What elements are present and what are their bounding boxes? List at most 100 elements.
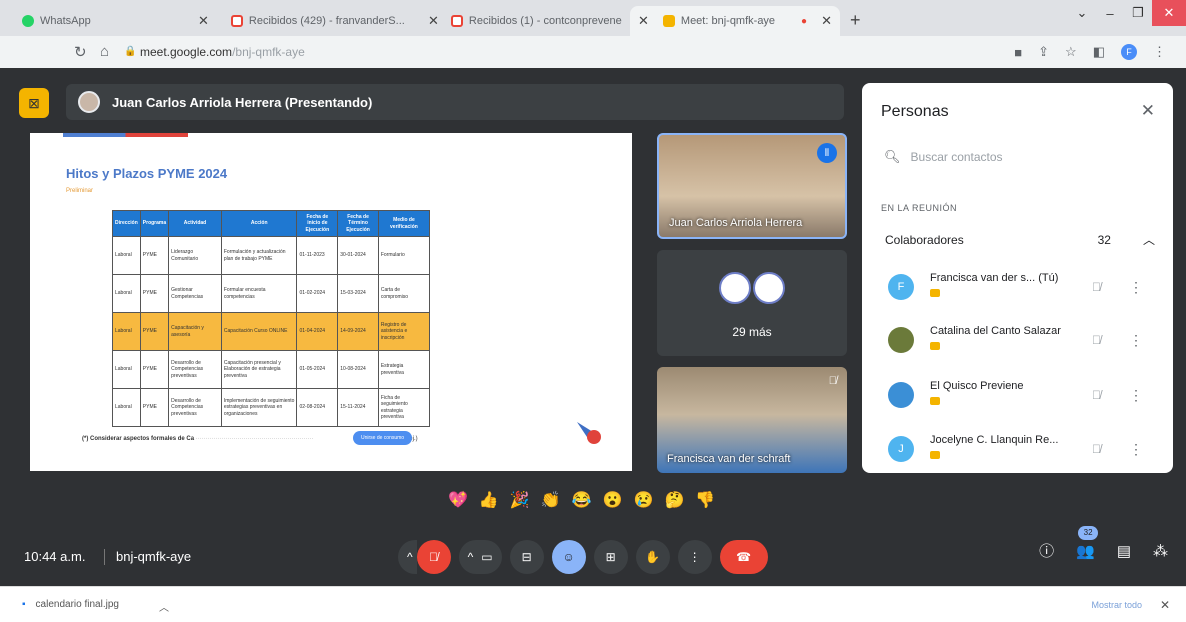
mic-off-icon[interactable]: 🎙̸ — [1092, 442, 1101, 456]
collaborators-group-toggle[interactable]: Colaboradores 32 ︿ — [885, 231, 1155, 248]
role-badge-icon — [930, 451, 940, 459]
table-cell: Registro de asistencia e inscripción — [377, 312, 431, 351]
participant-tile-presenter[interactable]: ⦀ Juan Carlos Arriola Herrera — [657, 133, 847, 239]
close-icon[interactable]: ✕ — [428, 13, 439, 29]
divider — [104, 549, 105, 565]
home-icon[interactable]: ⌂ — [100, 43, 109, 60]
mic-off-icon: 🎙̸ — [828, 375, 837, 387]
table-cell: Formulación y actualización plan de trab… — [220, 236, 298, 275]
people-count-badge: 32 — [1078, 525, 1099, 540]
participant-row[interactable]: J Jocelyne C. Llanquin Re... 🎙̸ ⋮ — [888, 432, 1148, 466]
camera-toggle-button[interactable]: ^ ▭ — [458, 540, 502, 574]
sidepanel-icon[interactable]: ◧ — [1093, 44, 1105, 60]
audio-options-button[interactable]: ^ — [398, 540, 417, 574]
profile-avatar[interactable]: F — [1121, 44, 1137, 60]
window-controls: ⌄ – ❐ ✕ — [1068, 0, 1186, 26]
table-header-cell: Dirección — [112, 210, 141, 237]
reaction-button[interactable]: 🤔 — [664, 490, 684, 510]
more-icon: ⋮ — [688, 550, 701, 564]
reaction-button[interactable]: 🎉 — [510, 490, 530, 510]
lock-icon[interactable]: 🔒 — [124, 46, 136, 57]
table-row: Laboral PYME Liderazgo Comunitario Formulac… — [112, 236, 431, 275]
tab-gmail-2[interactable]: ✕ Recibidos (1) - contconprevene — [420, 6, 635, 36]
reaction-button[interactable]: 👏 — [541, 490, 561, 510]
more-options-button[interactable]: ⋮ — [677, 540, 712, 574]
participant-row[interactable]: F Francisca van der s... (Tú) 🎙̸ ⋮ — [888, 270, 1148, 304]
share-icon[interactable]: ⇪ — [1038, 44, 1049, 60]
activities-icon[interactable]: ⁂ — [1153, 542, 1168, 560]
participant-info: Catalina del Canto Salazar — [930, 325, 1080, 355]
more-icon[interactable]: ⋮ — [1129, 332, 1143, 349]
table-cell: Laboral — [112, 350, 141, 389]
table-cell: Desarrollo de Competencias preventivas — [168, 388, 222, 427]
table-cell: 15-03-2024 — [337, 274, 379, 313]
more-icon[interactable]: ⋮ — [1129, 279, 1143, 296]
table-header-cell: Medio de verificación — [377, 210, 431, 237]
reaction-button[interactable]: 😢 — [634, 490, 654, 510]
leave-call-button[interactable]: ☎ — [719, 540, 768, 574]
chat-icon[interactable]: ▤ — [1117, 542, 1131, 560]
close-icon[interactable]: ✕ — [198, 13, 209, 29]
table-cell: PYME — [139, 236, 170, 275]
present-button[interactable]: ⊞ — [593, 540, 628, 574]
participant-tile-more[interactable]: 29 más — [657, 250, 847, 356]
restore-button[interactable]: ❐ — [1124, 0, 1152, 26]
table-body: Laboral PYME Liderazgo Comunitario Formulac… — [112, 236, 431, 427]
table-cell: 01-02-2024 — [296, 274, 339, 313]
info-icon[interactable]: ⓘ — [1039, 540, 1054, 561]
mic-toggle-button[interactable]: 🎙̸ — [416, 540, 451, 574]
table-header-cell: Acción — [220, 210, 298, 237]
url-field[interactable]: meet.google.com/bnj-qmfk-aye — [140, 45, 305, 59]
raise-hand-button[interactable]: ✋ — [635, 540, 670, 574]
bookmark-star-icon[interactable]: ☆ — [1065, 44, 1077, 60]
table-cell: Liderazgo Comunitario — [168, 236, 222, 275]
show-all-link[interactable]: Mostrar todo — [1091, 600, 1142, 610]
close-icon[interactable]: ✕ — [821, 13, 832, 29]
captions-button[interactable]: ⊟ — [509, 540, 544, 574]
reaction-button[interactable]: 😂 — [572, 490, 592, 510]
mic-off-icon[interactable]: 🎙̸ — [1092, 333, 1101, 347]
whatsapp-icon — [22, 15, 34, 27]
reaction-button[interactable]: 😮 — [603, 490, 623, 510]
avatar — [888, 327, 914, 353]
download-item[interactable]: ▪ calendario final.jpg ︿ — [22, 599, 169, 614]
tab-gmail-1[interactable]: ✕ Recibidos (429) - franvanderS... — [190, 6, 420, 36]
chevron-up-icon[interactable]: ︿ — [159, 599, 169, 614]
table-cell: PYME — [139, 274, 170, 313]
people-icon: 👥 — [1076, 542, 1095, 560]
meeting-code: bnj-qmfk-aye — [116, 549, 192, 564]
close-icon[interactable]: ✕ — [1160, 598, 1170, 612]
new-tab-button[interactable]: + — [850, 10, 861, 31]
download-bar: ▪ calendario final.jpg ︿ Mostrar todo ✕ — [0, 586, 1186, 622]
meet-icon — [662, 15, 675, 27]
reaction-button[interactable]: 💖 — [448, 490, 468, 510]
reaction-button[interactable]: 👎 — [695, 490, 715, 510]
tab-search-icon[interactable]: ⌄ — [1068, 0, 1096, 26]
mic-off-icon[interactable]: 🎙̸ — [1092, 388, 1101, 402]
participant-tile-self[interactable]: 🎙̸ Francisca van der schraft — [657, 367, 847, 473]
stop-presenting-icon[interactable]: ⊠ — [19, 88, 49, 118]
participant-row[interactable]: El Quisco Previene 🎙̸ ⋮ — [888, 378, 1148, 412]
avatar — [888, 382, 914, 408]
tab-meet[interactable]: ✕ Meet: bnj-qmfk-aye ● ✕ — [630, 6, 840, 36]
tab-whatsapp[interactable]: WhatsApp — [14, 6, 184, 36]
call-controls: ^ 🎙̸ ^ ▭ ⊟ ☺ ⊞ ✋ ⋮ ☎ — [398, 540, 768, 574]
menu-dots-icon[interactable]: ⋮ — [1153, 44, 1166, 60]
people-button[interactable]: 32 👥 — [1076, 525, 1099, 560]
minimize-button[interactable]: – — [1096, 0, 1124, 26]
camera-icon[interactable]: ■ — [1014, 45, 1022, 60]
reload-icon[interactable]: ↻ — [74, 43, 87, 61]
close-icon[interactable]: ✕ — [1141, 101, 1155, 121]
reactions-button[interactable]: ☺ — [551, 540, 586, 574]
more-icon[interactable]: ⋮ — [1129, 387, 1143, 404]
participant-row[interactable]: Catalina del Canto Salazar 🎙̸ ⋮ — [888, 323, 1148, 357]
reaction-button[interactable]: 👍 — [479, 490, 499, 510]
mic-off-icon[interactable]: 🎙̸ — [1092, 280, 1101, 294]
more-icon[interactable]: ⋮ — [1129, 441, 1143, 458]
chevron-up-icon: ︿ — [1142, 233, 1155, 247]
search-input[interactable]: 🔍︎ Buscar contactos — [884, 149, 1003, 165]
close-window-button[interactable]: ✕ — [1152, 0, 1186, 26]
close-icon[interactable]: ✕ — [638, 13, 649, 29]
more-participants-label: 29 más — [732, 325, 772, 339]
participant-info: Francisca van der s... (Tú) — [930, 272, 1080, 302]
